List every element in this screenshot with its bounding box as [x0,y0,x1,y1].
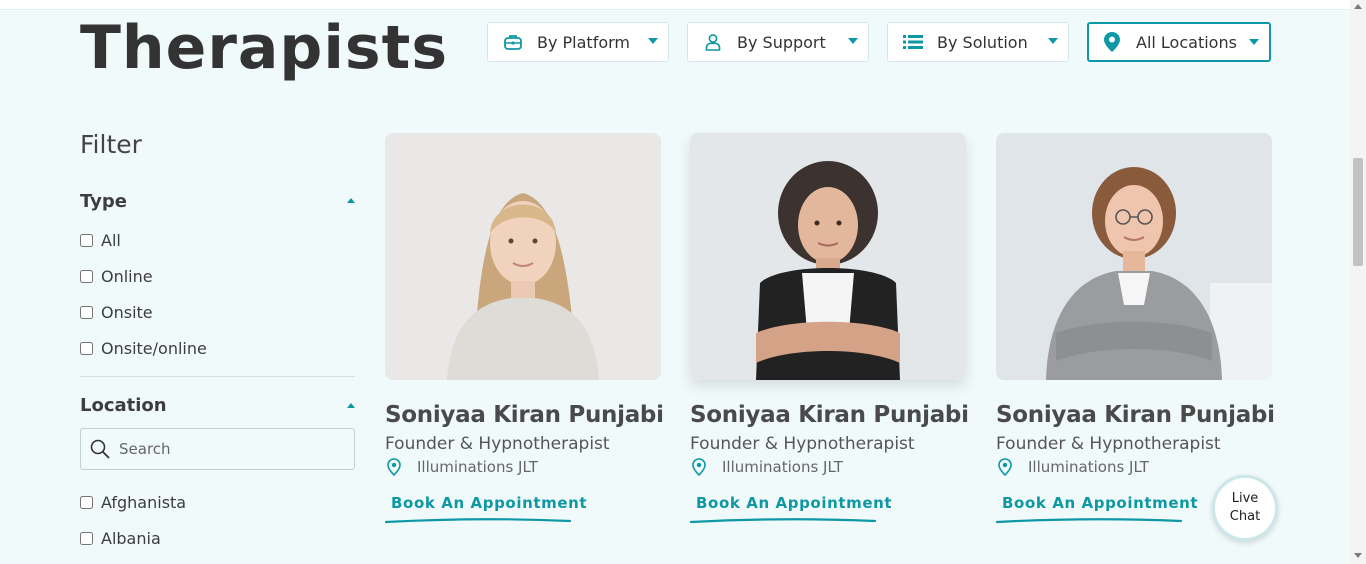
type-all-checkbox[interactable] [80,234,93,247]
type-option-label: Onsite [101,303,153,322]
filter-heading: Filter [80,130,142,159]
by-solution-label: By Solution [937,32,1028,52]
by-platform-label: By Platform [537,32,631,52]
list-icon [902,31,924,53]
briefcase-icon [502,31,524,53]
all-locations-dropdown[interactable]: All Locations [1087,22,1271,62]
therapist-role: Founder & Hypnotherapist [385,434,610,454]
scroll-up-arrow-icon[interactable] [1354,4,1362,9]
location-option-albania[interactable]: Albania [80,529,161,548]
map-pin-icon [387,458,401,476]
type-option-online[interactable]: Online [80,267,153,286]
map-pin-icon [1101,31,1123,53]
underline-decoration [385,518,572,524]
by-support-label: By Support [737,32,826,52]
chevron-down-icon [1048,38,1058,44]
therapist-location-text: Illuminations JLT [722,458,843,476]
location-search-box[interactable] [80,428,355,470]
type-onsite-online-checkbox[interactable] [80,342,93,355]
by-platform-dropdown[interactable]: By Platform [487,22,669,62]
chevron-down-icon [848,38,858,44]
therapist-photo[interactable] [690,133,966,380]
by-support-dropdown[interactable]: By Support [687,22,869,62]
type-option-label: All [101,231,121,250]
live-chat-line2: Chat [1229,509,1261,524]
live-chat-line1: Live [1231,491,1259,506]
chevron-down-icon [1249,39,1259,45]
therapist-name[interactable]: Soniyaa Kiran Punjabi [690,402,969,428]
therapist-role: Founder & Hypnotherapist [996,434,1221,454]
user-icon [702,31,724,53]
type-option-label: Online [101,267,153,286]
type-option-onsite-online[interactable]: Onsite/online [80,339,207,358]
type-section-heading[interactable]: Type [80,191,127,212]
chevron-up-icon[interactable] [347,198,355,203]
vertical-scrollbar[interactable] [1350,0,1366,564]
type-option-all[interactable]: All [80,231,121,250]
location-option-afghanistan[interactable]: Afghanista [80,493,186,512]
live-chat-button[interactable]: Live Chat [1212,475,1278,541]
therapist-photo[interactable] [996,133,1272,380]
type-online-checkbox[interactable] [80,270,93,283]
location-checkbox[interactable] [80,532,93,545]
search-icon [89,438,111,460]
by-solution-dropdown[interactable]: By Solution [887,22,1069,62]
location-search-input[interactable] [117,439,351,459]
map-pin-icon [998,458,1012,476]
location-option-label: Albania [101,529,161,548]
therapist-location: Illuminations JLT [690,458,966,476]
underline-decoration [996,518,1183,524]
therapist-location-text: Illuminations JLT [1028,458,1149,476]
therapist-card: Soniyaa Kiran Punjabi Founder & Hypnothe… [996,133,1275,524]
therapist-name[interactable]: Soniyaa Kiran Punjabi [385,402,664,428]
therapist-location: Illuminations JLT [385,458,661,476]
location-option-label: Afghanista [101,493,187,512]
scrollbar-thumb[interactable] [1353,158,1363,266]
chevron-up-icon[interactable] [347,403,355,408]
book-appointment-link[interactable]: Book An Appointment [696,494,966,512]
therapist-role: Founder & Hypnotherapist [690,434,915,454]
location-section-heading[interactable]: Location [80,395,167,416]
all-locations-label: All Locations [1136,32,1237,52]
underline-decoration [690,518,877,524]
therapist-location-text: Illuminations JLT [417,458,538,476]
filter-divider [80,376,355,377]
page-title: Therapists [80,13,449,83]
therapist-location: Illuminations JLT [996,458,1272,476]
type-onsite-checkbox[interactable] [80,306,93,319]
therapist-card: Soniyaa Kiran Punjabi Founder & Hypnothe… [385,133,664,524]
therapist-photo[interactable] [385,133,661,380]
therapist-card: Soniyaa Kiran Punjabi Founder & Hypnothe… [690,133,969,524]
chevron-down-icon [648,38,658,44]
type-option-label: Onsite/online [101,339,207,358]
type-option-onsite[interactable]: Onsite [80,303,153,322]
therapist-name[interactable]: Soniyaa Kiran Punjabi [996,402,1275,428]
scroll-down-arrow-icon[interactable] [1354,553,1362,558]
location-checkbox[interactable] [80,496,93,509]
map-pin-icon [692,458,706,476]
book-appointment-link[interactable]: Book An Appointment [391,494,661,512]
